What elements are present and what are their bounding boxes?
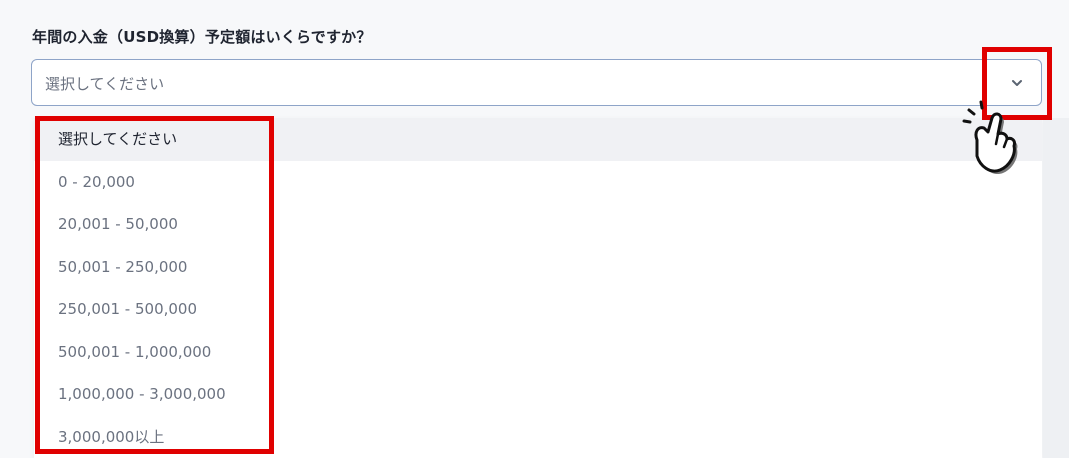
dropdown-option[interactable]: 1,000,000 - 3,000,000 (34, 373, 1042, 416)
dropdown-option[interactable]: 0 - 20,000 (34, 161, 1042, 204)
dropdown-option[interactable]: 250,001 - 500,000 (34, 288, 1042, 331)
dropdown-option[interactable]: 選択してください (34, 118, 1042, 161)
chevron-down-icon[interactable] (1007, 73, 1027, 93)
select-current-value: 選択してください (45, 75, 165, 93)
background-strip (1043, 118, 1069, 458)
dropdown-option[interactable]: 3,000,000以上 (34, 416, 1042, 458)
pointing-hand-cursor-icon (952, 96, 1026, 176)
dropdown-option[interactable]: 20,001 - 50,000 (34, 203, 1042, 246)
dropdown-option[interactable]: 50,001 - 250,000 (34, 246, 1042, 289)
field-question-label: 年間の入金（USD換算）予定額はいくらですか？ (32, 28, 372, 46)
dropdown-option[interactable]: 500,001 - 1,000,000 (34, 331, 1042, 374)
dropdown-options-list: 選択してください 0 - 20,000 20,001 - 50,000 50,0… (34, 118, 1042, 458)
deposit-amount-select[interactable]: 選択してください (31, 59, 1042, 106)
